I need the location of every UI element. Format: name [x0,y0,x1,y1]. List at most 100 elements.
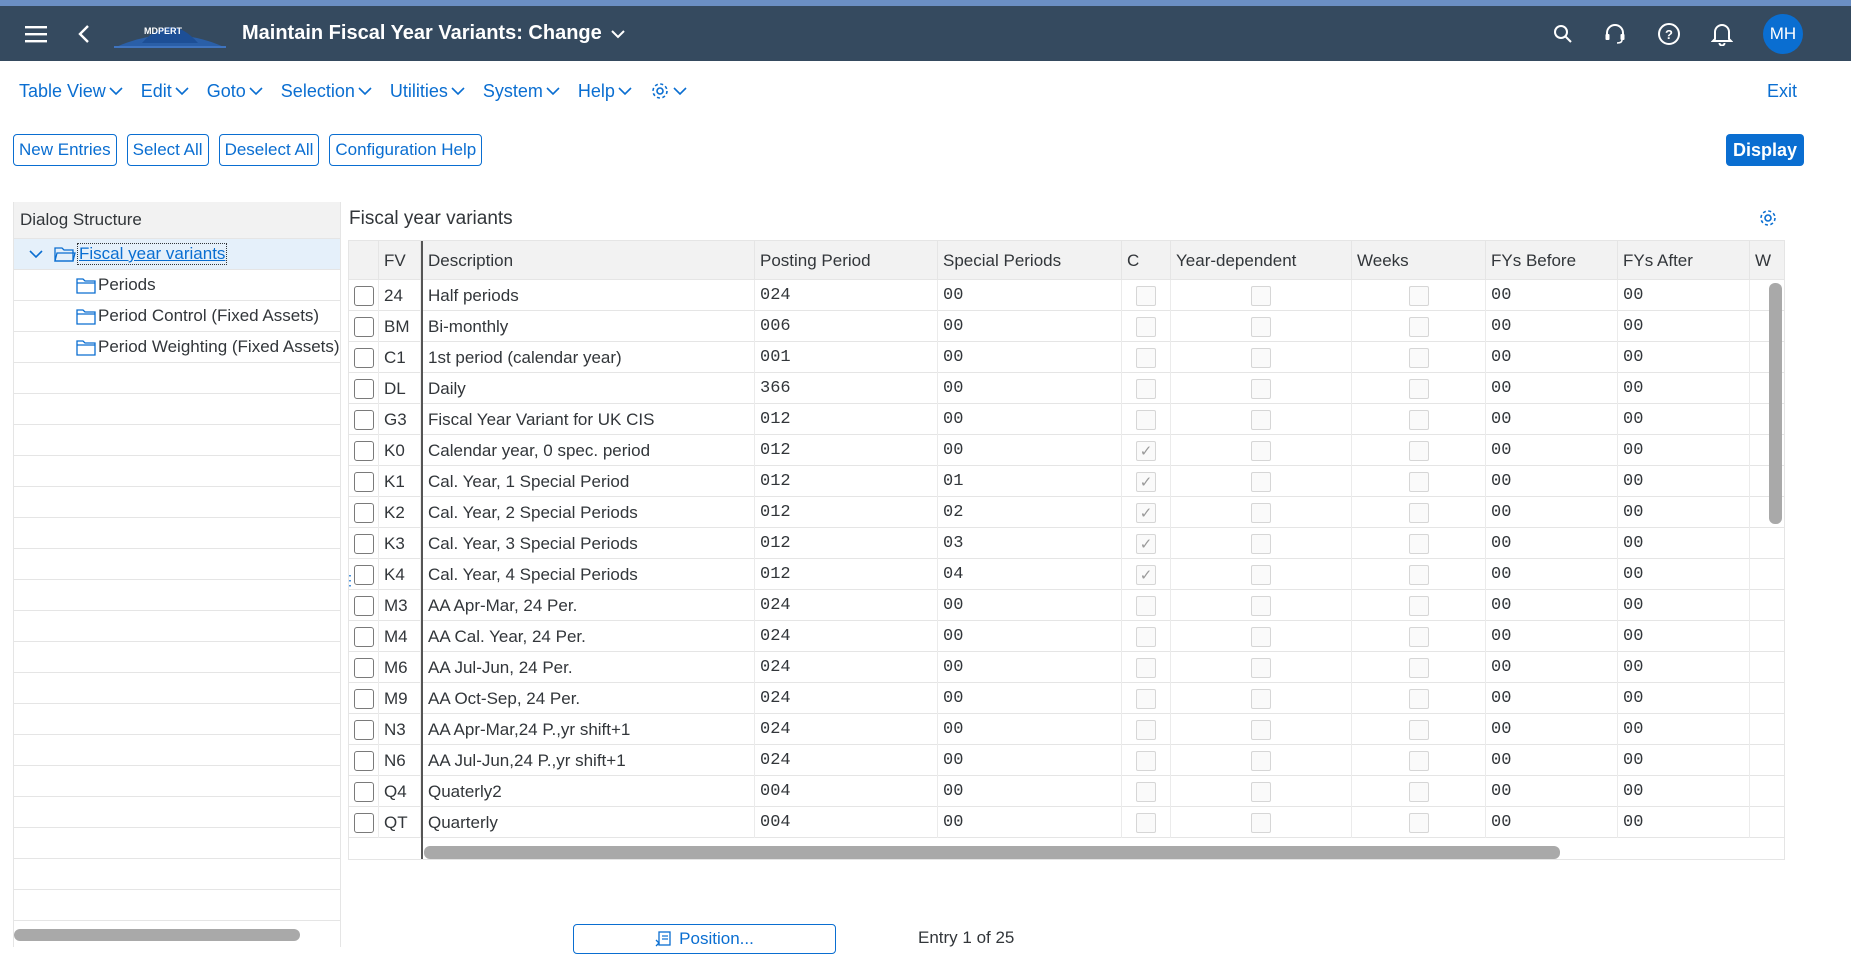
table-row[interactable]: M3 AA Apr-Mar, 24 Per. 024 00 00 00 [349,590,1784,621]
header-weeks[interactable]: Weeks [1352,241,1486,280]
year-dependent-checkbox[interactable] [1251,719,1271,740]
table-row[interactable]: Q4 Quaterly2 004 00 00 00 [349,776,1784,807]
deselect-all-button[interactable]: Deselect All [218,134,320,166]
weeks-checkbox[interactable] [1408,409,1429,430]
weeks-checkbox[interactable] [1408,347,1429,368]
app-title[interactable]: Maintain Fiscal Year Variants: Change [242,22,626,45]
menu-settings[interactable] [650,81,687,101]
row-select-checkbox[interactable] [353,781,374,802]
row-select-checkbox[interactable] [353,595,374,616]
row-select-checkbox[interactable] [353,533,374,554]
menu-utilities[interactable]: Utilities [390,81,465,102]
table-row[interactable]: M9 AA Oct-Sep, 24 Per. 024 00 00 00 [349,683,1784,714]
table-row[interactable]: M6 AA Jul-Jun, 24 Per. 024 00 00 00 [349,652,1784,683]
tree-item-periods[interactable]: Periods [14,270,340,301]
tree-item-label[interactable]: Fiscal year variants [77,243,228,265]
year-dependent-checkbox[interactable] [1251,533,1271,554]
tree-item-period-control[interactable]: Period Control (Fixed Assets) [14,301,340,332]
calendar-year-checkbox[interactable]: ✓ [1136,471,1156,492]
chevron-down-icon[interactable] [29,249,43,259]
weeks-checkbox[interactable] [1408,564,1429,585]
year-dependent-checkbox[interactable] [1251,347,1271,368]
year-dependent-checkbox[interactable] [1251,471,1271,492]
year-dependent-checkbox[interactable] [1251,409,1271,430]
row-select-checkbox[interactable] [353,502,374,523]
table-row[interactable]: BM Bi-monthly 006 00 00 00 [349,311,1784,342]
table-row[interactable]: N3 AA Apr-Mar,24 P.,yr shift+1 024 00 00 00 [349,714,1784,745]
menu-table-view[interactable]: Table View [19,81,123,102]
search-icon[interactable] [1553,24,1573,44]
row-select-checkbox[interactable] [353,347,374,368]
weeks-checkbox[interactable] [1408,471,1429,492]
year-dependent-checkbox[interactable] [1251,440,1271,461]
row-select-checkbox[interactable] [353,564,374,585]
row-select-checkbox[interactable] [353,316,374,337]
table-settings-icon[interactable] [1758,208,1778,233]
row-select-checkbox[interactable] [353,688,374,709]
table-row[interactable]: K0 Calendar year, 0 spec. period 012 00 ✓ 00 0… [349,435,1784,466]
menu-goto[interactable]: Goto [207,81,263,102]
weeks-checkbox[interactable] [1408,533,1429,554]
display-button[interactable]: Display [1725,134,1804,166]
dialog-horizontal-scrollbar[interactable] [14,929,300,941]
calendar-year-checkbox[interactable] [1136,595,1156,616]
calendar-year-checkbox[interactable] [1136,409,1156,430]
year-dependent-checkbox[interactable] [1251,688,1271,709]
weeks-checkbox[interactable] [1408,626,1429,647]
menu-selection[interactable]: Selection [281,81,372,102]
table-row[interactable]: K1 Cal. Year, 1 Special Period 012 01 ✓ 00 00 [349,466,1784,497]
weeks-checkbox[interactable] [1408,285,1429,306]
header-w[interactable]: W [1750,241,1784,280]
select-all-button[interactable]: Select All [126,134,209,166]
year-dependent-checkbox[interactable] [1251,502,1271,523]
calendar-year-checkbox[interactable] [1136,378,1156,399]
year-dependent-checkbox[interactable] [1251,657,1271,678]
weeks-checkbox[interactable] [1408,316,1429,337]
row-select-checkbox[interactable] [353,440,374,461]
weeks-checkbox[interactable] [1408,502,1429,523]
table-row[interactable]: M4 AA Cal. Year, 24 Per. 024 00 00 00 [349,621,1784,652]
weeks-checkbox[interactable] [1408,719,1429,740]
calendar-year-checkbox[interactable] [1136,626,1156,647]
weeks-checkbox[interactable] [1408,440,1429,461]
header-year-dependent[interactable]: Year-dependent [1171,241,1352,280]
year-dependent-checkbox[interactable] [1251,750,1271,771]
weeks-checkbox[interactable] [1408,781,1429,802]
table-row[interactable]: QT Quarterly 004 00 00 00 [349,807,1784,838]
weeks-checkbox[interactable] [1408,812,1429,833]
year-dependent-checkbox[interactable] [1251,316,1271,337]
calendar-year-checkbox[interactable] [1136,688,1156,709]
header-fys-after[interactable]: FYs After [1618,241,1750,280]
calendar-year-checkbox[interactable] [1136,316,1156,337]
calendar-year-checkbox[interactable] [1136,812,1156,833]
calendar-year-checkbox[interactable] [1136,719,1156,740]
calendar-year-checkbox[interactable]: ✓ [1136,502,1156,523]
menu-edit[interactable]: Edit [141,81,189,102]
year-dependent-checkbox[interactable] [1251,564,1271,585]
header-calendar-year[interactable]: C [1122,241,1171,280]
calendar-year-checkbox[interactable] [1136,657,1156,678]
table-row[interactable]: G3 Fiscal Year Variant for UK CIS 012 00 00 0… [349,404,1784,435]
user-avatar[interactable]: MH [1763,13,1803,54]
table-row[interactable]: N6 AA Jul-Jun,24 P.,yr shift+1 024 00 00 00 [349,745,1784,776]
calendar-year-checkbox[interactable]: ✓ [1136,533,1156,554]
table-horizontal-scrollbar[interactable] [424,846,1560,859]
calendar-year-checkbox[interactable] [1136,750,1156,771]
year-dependent-checkbox[interactable] [1251,781,1271,802]
hamburger-menu-icon[interactable] [24,22,48,46]
help-icon[interactable]: ? [1657,22,1681,46]
header-description[interactable]: Description [423,241,755,280]
row-select-checkbox[interactable] [353,657,374,678]
header-posting-period[interactable]: Posting Period [755,241,938,280]
row-select-checkbox[interactable] [353,378,374,399]
table-row[interactable]: K4 Cal. Year, 4 Special Periods 012 04 ✓ 00 00 [349,559,1784,590]
notification-bell-icon[interactable] [1711,22,1733,46]
row-select-checkbox[interactable] [353,750,374,771]
calendar-year-checkbox[interactable]: ✓ [1136,440,1156,461]
menu-help[interactable]: Help [578,81,632,102]
weeks-checkbox[interactable] [1408,657,1429,678]
calendar-year-checkbox[interactable] [1136,781,1156,802]
table-row[interactable]: K2 Cal. Year, 2 Special Periods 012 02 ✓ 00 00 [349,497,1784,528]
configuration-help-button[interactable]: Configuration Help [329,134,483,166]
weeks-checkbox[interactable] [1408,378,1429,399]
